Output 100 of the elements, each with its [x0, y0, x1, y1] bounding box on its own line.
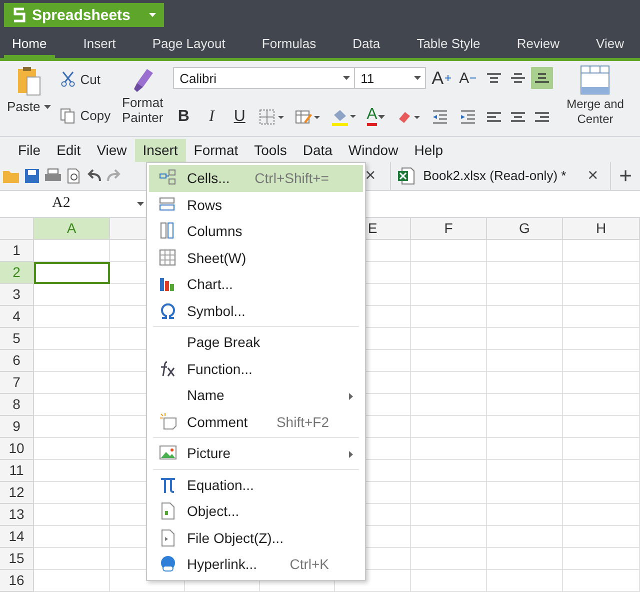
sheet-cell[interactable]	[563, 328, 640, 350]
sheet-cell[interactable]	[563, 416, 640, 438]
close-tab-button[interactable]: ×	[363, 165, 378, 186]
row-header[interactable]: 1	[0, 240, 34, 262]
merge-center-button[interactable]: Merge and Center	[557, 65, 634, 136]
ribbon-tab[interactable]: Page Layout	[144, 30, 234, 58]
sheet-cell[interactable]	[487, 526, 563, 548]
row-header[interactable]: 6	[0, 350, 34, 372]
menu-item[interactable]: File Object(Z)...	[149, 524, 363, 551]
sheet-cell[interactable]	[563, 570, 640, 592]
sheet-cell[interactable]	[411, 482, 487, 504]
print-preview-icon[interactable]	[66, 168, 82, 184]
italic-button[interactable]: I	[200, 106, 223, 128]
shrink-font-button[interactable]: A	[456, 67, 479, 90]
format-painter-button[interactable]: Format Painter	[116, 65, 169, 136]
sheet-cell[interactable]	[34, 438, 110, 460]
sheet-cell[interactable]	[34, 416, 110, 438]
sheet-cell[interactable]	[411, 438, 487, 460]
menu-bar-item[interactable]: File	[10, 138, 49, 162]
sheet-cell[interactable]	[411, 548, 487, 570]
menu-bar-item[interactable]: Data	[294, 138, 340, 162]
name-box[interactable]: A2	[0, 192, 150, 216]
row-header[interactable]: 13	[0, 504, 34, 526]
menu-item[interactable]: Page Break	[149, 329, 363, 356]
sheet-cell[interactable]	[411, 526, 487, 548]
sheet-cell[interactable]	[34, 394, 110, 416]
sheet-cell[interactable]	[411, 570, 487, 592]
sheet-cell[interactable]	[411, 460, 487, 482]
row-header[interactable]: 7	[0, 372, 34, 394]
close-tab-button[interactable]: ×	[586, 165, 600, 186]
menu-item[interactable]: Object...	[149, 498, 363, 524]
copy-button[interactable]: Copy	[58, 106, 113, 126]
menu-item[interactable]: Symbol...	[149, 298, 363, 324]
sheet-cell[interactable]	[563, 372, 640, 394]
row-header[interactable]: 10	[0, 438, 34, 460]
sheet-cell[interactable]	[411, 504, 487, 526]
ribbon-tab[interactable]: Data	[344, 30, 388, 58]
selected-cell[interactable]	[34, 262, 110, 284]
menu-item[interactable]: Picture	[149, 440, 363, 466]
menu-bar-item[interactable]: Edit	[48, 138, 89, 162]
cut-button[interactable]: Cut	[58, 69, 102, 90]
sheet-cell[interactable]	[487, 262, 563, 284]
row-header[interactable]: 12	[0, 482, 34, 504]
row-header[interactable]: 11	[0, 460, 34, 482]
ribbon-tab[interactable]: Insert	[75, 30, 124, 58]
row-header[interactable]: 4	[0, 306, 34, 328]
sheet-cell[interactable]	[487, 460, 563, 482]
sheet-cell[interactable]	[34, 504, 110, 526]
sheet-cell[interactable]	[34, 284, 110, 306]
sheet-cell[interactable]	[411, 350, 487, 372]
font-size-field[interactable]: 11	[354, 67, 426, 90]
vertical-align-button[interactable]	[531, 67, 554, 90]
sheet-cell[interactable]	[487, 306, 563, 328]
ribbon-tab[interactable]: Home	[4, 30, 55, 58]
paste-button[interactable]: Paste	[4, 65, 54, 136]
underline-button[interactable]: U	[228, 106, 251, 128]
menu-item[interactable]: Cells... Ctrl+Shift+=	[149, 165, 363, 192]
sheet-cell[interactable]	[487, 504, 563, 526]
sheet-cell[interactable]	[487, 482, 563, 504]
menu-item[interactable]: Sheet(W)	[149, 244, 363, 271]
row-header[interactable]: 9	[0, 416, 34, 438]
sheet-cell[interactable]	[563, 548, 640, 570]
sheet-cell[interactable]	[487, 350, 563, 372]
grow-font-button[interactable]: A	[430, 67, 453, 90]
font-name-field[interactable]: Calibri	[172, 67, 355, 90]
sheet-cell[interactable]	[487, 240, 563, 262]
ribbon-tab[interactable]: Formulas	[254, 30, 324, 58]
sheet-cell[interactable]	[411, 394, 487, 416]
sheet-cell[interactable]	[563, 394, 640, 416]
save-icon[interactable]	[24, 168, 40, 184]
sheet-cell[interactable]	[34, 570, 110, 592]
sheet-cell[interactable]	[411, 416, 487, 438]
menu-item[interactable]: Hyperlink... Ctrl+K	[149, 551, 363, 578]
bold-button[interactable]: B	[172, 106, 195, 128]
sheet-cell[interactable]	[411, 284, 487, 306]
sheet-cell[interactable]	[563, 438, 640, 460]
ribbon-tab[interactable]: View	[588, 30, 632, 58]
sheet-cell[interactable]	[563, 482, 640, 504]
font-color-button[interactable]: A	[364, 106, 388, 128]
menu-bar-item[interactable]: Window	[340, 138, 406, 162]
sheet-cell[interactable]	[34, 240, 110, 262]
new-tab-button[interactable]: +	[610, 162, 640, 190]
menu-item[interactable]: Rows	[149, 192, 363, 218]
row-header[interactable]: 3	[0, 284, 34, 306]
column-header[interactable]: H	[563, 218, 640, 240]
row-header[interactable]: 5	[0, 328, 34, 350]
menu-item[interactable]: Equation...	[149, 472, 363, 498]
sheet-cell[interactable]	[563, 262, 640, 284]
sheet-cell[interactable]	[563, 350, 640, 372]
sheet-cell[interactable]	[487, 438, 563, 460]
sheet-cell[interactable]	[487, 372, 563, 394]
menu-bar-item[interactable]: Help	[406, 138, 451, 162]
ribbon-tab[interactable]: Review	[508, 30, 568, 58]
sheet-cell[interactable]	[487, 570, 563, 592]
menu-bar-item[interactable]: Format	[186, 138, 246, 162]
sheet-cell[interactable]	[34, 306, 110, 328]
sheet-cell[interactable]	[34, 328, 110, 350]
menu-bar-item[interactable]: View	[88, 138, 135, 162]
ribbon-tab[interactable]: Table Style	[408, 30, 488, 58]
sheet-cell[interactable]	[411, 262, 487, 284]
